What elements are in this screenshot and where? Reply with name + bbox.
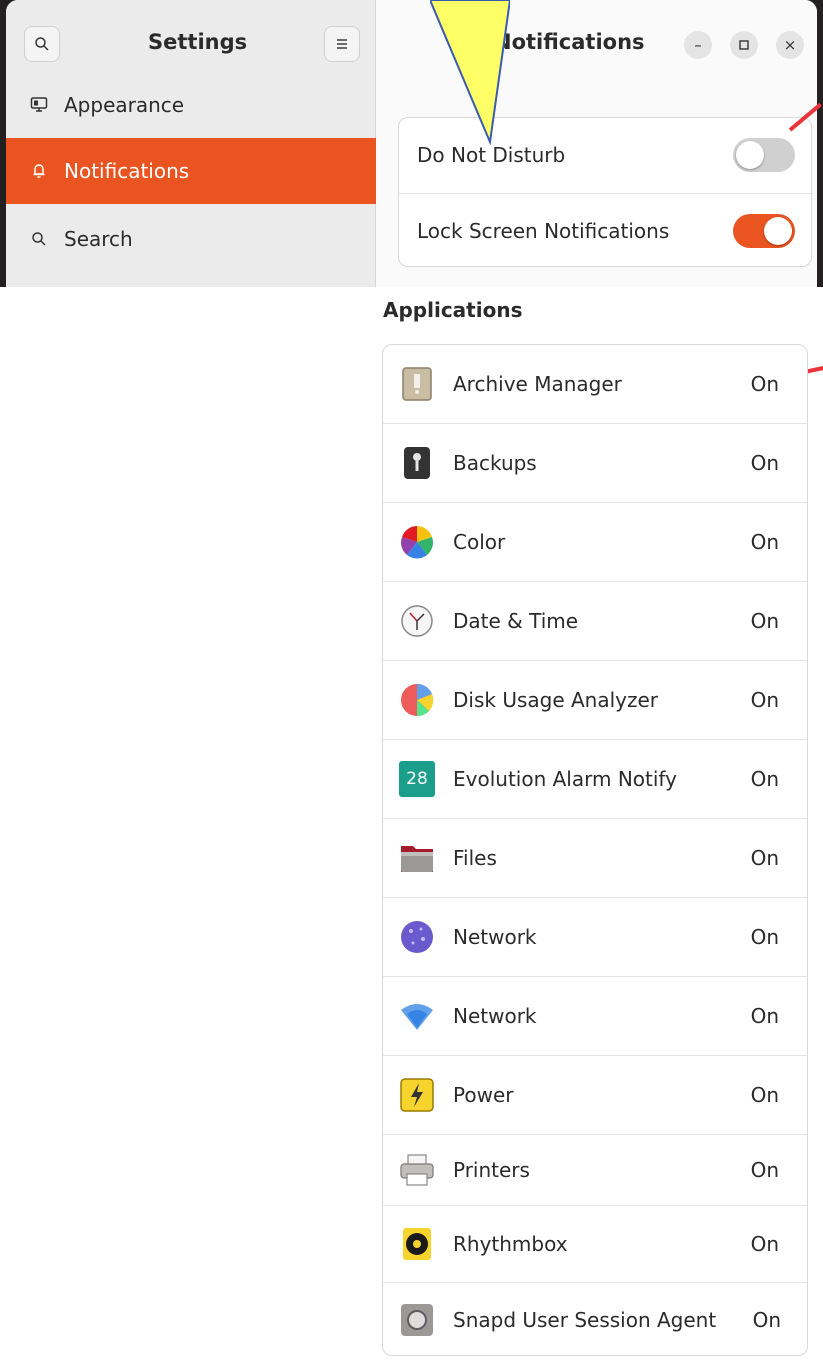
settings-window: Settings Appearance Notifications Search…: [6, 0, 817, 287]
app-row-disk-usage-analyzer[interactable]: Disk Usage Analyzer On: [383, 661, 807, 739]
app-notification-state: On: [750, 846, 779, 870]
do-not-disturb-label: Do Not Disturb: [417, 143, 566, 167]
maximize-icon: [739, 40, 749, 50]
sidebar-item-label: Notifications: [64, 159, 190, 183]
calendar-icon-day: 28: [406, 769, 428, 789]
app-row-date-time[interactable]: Date & Time On: [383, 582, 807, 660]
network-globe-icon: [401, 921, 433, 953]
window-frame: Settings Appearance Notifications Search…: [0, 0, 823, 287]
printer-icon: [400, 1154, 434, 1186]
app-name: Files: [453, 846, 497, 870]
color-icon: [401, 526, 433, 559]
backups-icon: [404, 447, 430, 479]
power-icon: [400, 1078, 434, 1112]
search-icon: [35, 37, 49, 51]
app-name: Power: [453, 1083, 514, 1107]
app-notification-state: On: [750, 1083, 779, 1107]
app-notification-state: On: [750, 1232, 779, 1256]
app-notification-state: On: [750, 372, 779, 396]
app-row-snapd-user-session-agent[interactable]: Snapd User Session Agent On: [383, 1283, 807, 1355]
applications-heading: Applications: [383, 298, 523, 322]
folder-icon: [401, 846, 433, 872]
app-notification-state: On: [750, 925, 779, 949]
app-name: Network: [453, 925, 537, 949]
hamburger-menu-icon: [337, 39, 347, 49]
sidebar-item-notifications[interactable]: Notifications: [6, 138, 376, 204]
sidebar-item-label: Appearance: [64, 93, 185, 117]
wifi-icon: [401, 1004, 433, 1030]
app-name: Color: [453, 530, 506, 554]
app-name: Snapd User Session Agent: [453, 1308, 717, 1332]
calendar-icon: 28: [399, 761, 435, 797]
app-name: Disk Usage Analyzer: [453, 688, 659, 712]
do-not-disturb-switch[interactable]: [733, 138, 795, 172]
app-notification-state: On: [750, 609, 779, 633]
app-notification-state: On: [750, 1004, 779, 1028]
clock-icon: [401, 605, 433, 637]
app-notification-state: On: [750, 1158, 779, 1182]
app-row-color[interactable]: Color On: [383, 503, 807, 581]
app-name: Backups: [453, 451, 537, 475]
maximize-button[interactable]: [730, 31, 758, 59]
lock-screen-notifications-label: Lock Screen Notifications: [417, 218, 670, 243]
bell-icon: [28, 162, 50, 180]
minimize-button[interactable]: –: [684, 31, 712, 59]
app-name: Archive Manager: [453, 372, 622, 396]
app-name: Date & Time: [453, 609, 579, 633]
app-notification-state: On: [750, 767, 779, 791]
close-button[interactable]: ×: [776, 31, 804, 59]
app-row-backups[interactable]: Backups On: [383, 424, 807, 502]
sidebar-item-label: Search: [64, 227, 133, 251]
close-icon: ×: [783, 36, 797, 54]
snapd-icon: [401, 1304, 433, 1336]
applications-list: Archive Manager On Backups On Color On D…: [382, 344, 808, 1356]
search-button[interactable]: [24, 26, 60, 62]
page-title: Notifications: [494, 30, 645, 54]
appearance-icon: [28, 96, 50, 114]
app-row-archive-manager[interactable]: Archive Manager On: [383, 345, 807, 423]
app-row-rhythmbox[interactable]: Rhythmbox On: [383, 1206, 807, 1282]
sidebar: Settings Appearance Notifications Search: [6, 0, 376, 287]
app-row-evolution-alarm-notify[interactable]: 28 Evolution Alarm Notify On: [383, 740, 807, 818]
minimize-icon: –: [694, 36, 702, 54]
sidebar-item-search[interactable]: Search: [6, 206, 376, 272]
app-name: Printers: [453, 1158, 530, 1182]
switch-knob: [736, 141, 764, 169]
menu-button[interactable]: [324, 26, 360, 62]
lock-screen-notifications-row[interactable]: Lock Screen Notifications: [399, 193, 813, 267]
app-notification-state: On: [752, 1308, 781, 1332]
app-notification-state: On: [750, 688, 779, 712]
rhythmbox-icon: [403, 1228, 431, 1260]
lock-screen-notifications-switch[interactable]: [733, 214, 795, 248]
sidebar-item-appearance[interactable]: Appearance: [6, 72, 376, 138]
search-icon: [28, 231, 50, 247]
disk-usage-icon: [401, 683, 434, 717]
app-name: Evolution Alarm Notify: [453, 767, 677, 791]
app-name: Network: [453, 1004, 537, 1028]
app-row-power[interactable]: Power On: [383, 1056, 807, 1134]
app-notification-state: On: [750, 451, 779, 475]
app-name: Rhythmbox: [453, 1232, 568, 1256]
app-row-files[interactable]: Files On: [383, 819, 807, 897]
switch-knob: [764, 217, 792, 245]
app-row-network[interactable]: Network On: [383, 898, 807, 976]
archive-manager-icon: [402, 367, 432, 401]
app-row-network-wifi[interactable]: Network On: [383, 977, 807, 1055]
app-notification-state: On: [750, 530, 779, 554]
yellow-pointer-annotation: [430, 0, 510, 145]
sidebar-title: Settings: [148, 30, 248, 54]
sidebar-headerbar: Settings: [6, 0, 376, 82]
app-row-printers[interactable]: Printers On: [383, 1135, 807, 1205]
